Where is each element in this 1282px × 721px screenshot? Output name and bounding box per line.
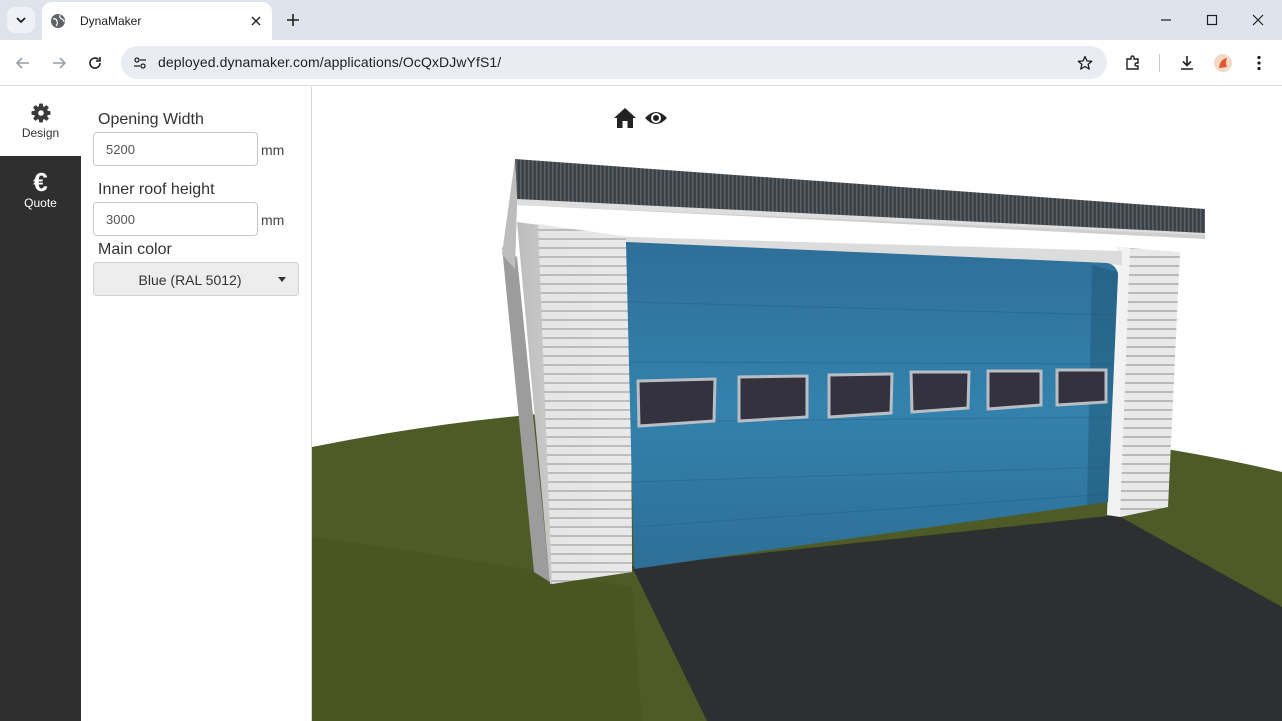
back-button[interactable] (8, 48, 38, 78)
main-color-value: Blue (RAL 5012) (138, 272, 242, 288)
opening-width-unit: mm (261, 142, 285, 158)
side-navigation: Design € Quote (0, 87, 81, 721)
tab-title: DynaMaker (80, 14, 142, 28)
reload-icon (89, 57, 101, 69)
forward-button[interactable] (44, 48, 74, 78)
new-tab-button[interactable] (282, 9, 304, 31)
plus-icon (287, 14, 299, 26)
maximize-button[interactable] (1189, 0, 1235, 40)
garage-3d-scene (312, 159, 1282, 721)
browser-tab[interactable]: DynaMaker (42, 2, 272, 40)
downloads-button[interactable] (1172, 48, 1202, 78)
nav-item-design[interactable]: Design (0, 87, 81, 156)
reload-button[interactable] (80, 48, 110, 78)
browser-tab-bar: DynaMaker (0, 0, 1282, 40)
profile-avatar[interactable] (1208, 48, 1238, 78)
arrow-left-icon (15, 57, 29, 69)
inner-roof-height-label: Inner roof height (98, 181, 215, 198)
caret-down-icon (278, 277, 286, 282)
more-vertical-icon (1257, 55, 1261, 71)
3d-viewport[interactable] (312, 87, 1282, 721)
avatar-icon (1214, 54, 1232, 72)
browser-toolbar: deployed.dynamaker.com/applications/OcQx… (0, 40, 1282, 86)
toolbar-separator (1159, 54, 1160, 72)
nav-item-label: Design (21, 126, 60, 140)
main-color-label: Main color (98, 241, 172, 258)
inner-roof-height-unit: mm (261, 212, 285, 228)
browser-menu-button[interactable] (1244, 48, 1274, 78)
home-icon (614, 108, 636, 128)
arrow-right-icon (53, 57, 67, 69)
nav-item-quote[interactable]: € Quote (0, 156, 81, 225)
dynamaker-app: Design € Quote Opening Width 5200 mm Inn… (0, 87, 1282, 721)
chevron-down-icon (16, 17, 26, 24)
site-info-icon[interactable] (127, 50, 153, 76)
configuration-panel: Opening Width 5200 mm Inner roof height … (81, 87, 312, 721)
window-close-button[interactable] (1235, 0, 1281, 40)
puzzle-icon (1126, 55, 1139, 70)
opening-width-label: Opening Width (98, 111, 204, 128)
close-icon (1252, 14, 1264, 26)
globe-icon (50, 13, 66, 29)
address-bar[interactable]: deployed.dynamaker.com/applications/OcQx… (121, 46, 1107, 79)
url-text: deployed.dynamaker.com/applications/OcQx… (158, 54, 502, 70)
home-view-button[interactable] (612, 105, 638, 131)
maximize-icon (1206, 14, 1218, 26)
opening-width-input[interactable]: 5200 (93, 132, 258, 166)
inner-roof-height-input[interactable]: 3000 (93, 202, 258, 236)
gear-icon (31, 103, 50, 123)
minimize-icon (1161, 19, 1171, 21)
download-icon (1181, 56, 1193, 70)
eye-icon (645, 112, 667, 124)
bookmark-star-icon[interactable] (1073, 51, 1097, 75)
tab-search-button[interactable] (7, 7, 35, 33)
main-color-select[interactable]: Blue (RAL 5012) (93, 262, 299, 296)
tab-close-icon[interactable] (246, 11, 266, 31)
extensions-button[interactable] (1118, 48, 1148, 78)
nav-item-label: Quote (24, 196, 57, 210)
toggle-view-button[interactable] (643, 105, 669, 131)
minimize-button[interactable] (1143, 0, 1189, 40)
euro-icon: € (33, 167, 48, 197)
